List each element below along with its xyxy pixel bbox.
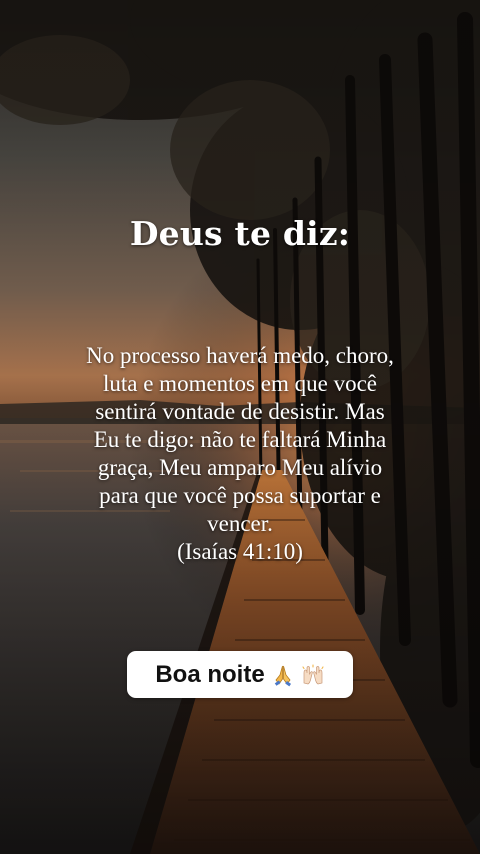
message-line: vencer. bbox=[207, 511, 273, 536]
raising-hands-icon bbox=[302, 663, 324, 684]
message-line: para que você possa suportar e bbox=[99, 483, 381, 508]
message-text: No processo haverá medo, choro, luta e m… bbox=[36, 342, 444, 566]
post-title: Deus te diz: bbox=[129, 214, 351, 253]
sticker-text: Boa noite bbox=[155, 660, 265, 688]
message-line: sentirá vontade de desistir. Mas bbox=[95, 399, 385, 424]
message-line: No processo haverá medo, choro, bbox=[86, 343, 394, 368]
boa-noite-sticker[interactable]: Boa noite bbox=[127, 651, 353, 698]
message-line: graça, Meu amparo Meu alívio bbox=[97, 455, 383, 480]
bible-reference: (Isaías 41:10) bbox=[177, 539, 303, 564]
message-line: luta e momentos em que você bbox=[102, 371, 377, 396]
praying-hands-icon bbox=[274, 665, 291, 686]
story-image: Deus te diz: No processo haverá medo, ch… bbox=[0, 0, 480, 854]
message-line: Eu te digo: não te faltará Minha bbox=[93, 427, 387, 452]
